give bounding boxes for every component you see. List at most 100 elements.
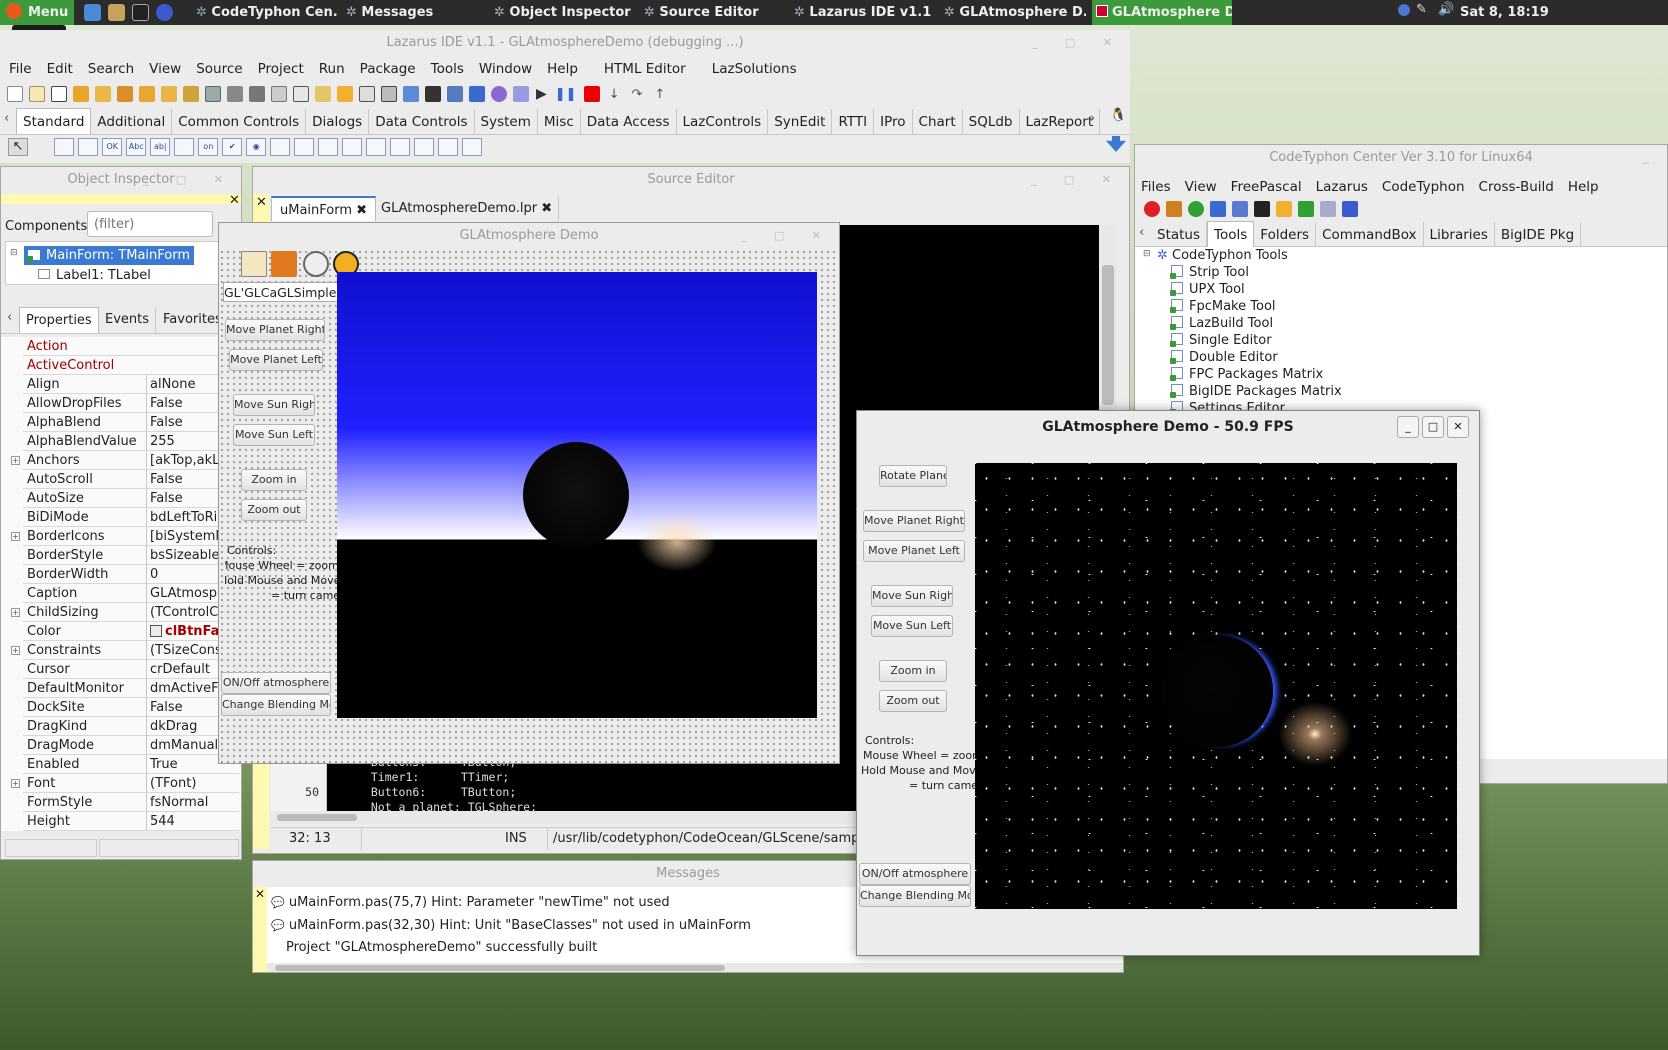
palette-tab-ipro[interactable]: IPro (874, 109, 913, 135)
broom-icon[interactable] (1320, 201, 1336, 217)
close-file-icon[interactable] (271, 86, 287, 102)
property-row[interactable]: Constraints (TSizeConst (23, 641, 239, 660)
property-row[interactable]: Caption GLAtmosph (23, 584, 239, 603)
radiobutton-component-icon[interactable]: ◉ (246, 138, 267, 156)
groupbox-component-icon[interactable] (342, 138, 363, 156)
palette-tab-standard[interactable]: Standard (16, 108, 92, 134)
menu-files[interactable]: Files (1141, 179, 1171, 195)
download-icon[interactable] (1166, 201, 1182, 217)
move-sun-left-button[interactable]: Move Sun Left (871, 615, 953, 637)
property-row[interactable]: BorderIcons [biSystemM (23, 527, 239, 546)
tab-status[interactable]: Status (1151, 222, 1208, 248)
tab-events[interactable]: Events (99, 307, 157, 333)
menu-cross-build[interactable]: Cross-Build (1479, 179, 1554, 195)
timer-icon[interactable] (303, 251, 329, 277)
menu-freepascal[interactable]: FreePascal (1231, 179, 1302, 195)
toggle-form-icon[interactable] (337, 86, 353, 102)
build-icon[interactable] (359, 86, 375, 102)
checkgroup-component-icon[interactable] (390, 138, 411, 156)
package-install-icon[interactable] (183, 86, 199, 102)
label-component-icon[interactable]: Abc (126, 138, 147, 156)
volume-icon[interactable]: 🔊 (1438, 2, 1454, 17)
new-unit-icon[interactable] (29, 86, 45, 102)
zoom-out-button[interactable]: Zoom out (879, 690, 947, 712)
menu-help[interactable]: Help (1568, 179, 1599, 195)
stop-icon[interactable] (1144, 201, 1160, 217)
palette-tab-synedit[interactable]: SynEdit (768, 109, 833, 135)
button-component-icon[interactable]: OK (102, 138, 123, 156)
tree-item[interactable]: Strip Tool (1170, 264, 1249, 281)
stop-icon[interactable] (583, 86, 600, 102)
message-row[interactable]: 💬 uMainForm.pas(75,7) Hint: Parameter "n… (271, 895, 670, 910)
menu-search[interactable]: Search (88, 61, 134, 77)
minimize-icon[interactable]: _ (1397, 416, 1419, 438)
expand-icon[interactable]: + (11, 532, 20, 541)
tree-node-mainform[interactable]: MainForm: TMainForm (24, 246, 195, 265)
pause-icon[interactable]: ❚❚ (555, 87, 577, 102)
palette-tab-data-controls[interactable]: Data Controls (369, 109, 475, 135)
step-out-icon[interactable]: ↑ (654, 87, 665, 102)
chevron-left-icon[interactable]: ‹ (7, 310, 12, 325)
palette-tab-lazreport[interactable]: LazReport (1020, 109, 1101, 135)
tab-glatmospheredemo-lpr[interactable]: GLAtmosphereDemo.lpr ✖ (375, 196, 560, 221)
task-glatmosphere-design[interactable]: ✲ GLAtmosphere D... (944, 0, 1086, 25)
move-planet-right-button[interactable]: Move Planet Right (225, 319, 325, 341)
maximize-icon[interactable]: □ (1422, 416, 1444, 438)
chevron-left-icon[interactable]: ‹ (1139, 224, 1144, 240)
property-row[interactable]: ChildSizing (TControlC (23, 603, 239, 622)
close-tab-icon[interactable]: ✖ (356, 203, 367, 218)
property-row[interactable]: Align alNone (23, 375, 239, 394)
menu-lazarus[interactable]: Lazarus (1316, 179, 1368, 195)
memo-component-icon[interactable] (174, 138, 195, 156)
tree-item[interactable]: BigIDE Packages Matrix (1170, 383, 1342, 400)
close-tab-icon[interactable]: ✖ (541, 201, 552, 216)
open-icon[interactable] (73, 86, 89, 102)
pointer-icon[interactable]: ↖ (8, 138, 28, 156)
property-row[interactable]: AlphaBlendValue 255 (23, 432, 239, 451)
window-controls[interactable]: _ □ ✕ (741, 223, 833, 249)
move-sun-right-button[interactable]: Move Sun Righ (233, 394, 315, 416)
tree-item[interactable]: LazBuild Tool (1170, 315, 1273, 332)
menu-source[interactable]: Source (196, 61, 242, 77)
windows-icon[interactable] (1210, 201, 1226, 217)
tree-item[interactable]: UPX Tool (1170, 281, 1245, 298)
terminal-icon[interactable] (132, 4, 149, 21)
checkbox-component-icon[interactable]: ✔ (222, 138, 243, 156)
property-row[interactable]: AutoSize False (23, 489, 239, 508)
menu-view[interactable]: View (1185, 179, 1217, 195)
togglebox-component-icon[interactable]: on (198, 138, 219, 156)
tree-item[interactable]: Single Editor (1170, 332, 1272, 349)
tree-node-label1[interactable]: Label1: TLabel (38, 266, 151, 285)
tree-collapse-icon[interactable]: ⊟ (1143, 249, 1151, 259)
menu-window[interactable]: Window (479, 61, 532, 77)
expand-icon[interactable]: + (11, 456, 20, 465)
task-lazarus-ide[interactable]: ✲ Lazarus IDE v1.1 ... (794, 0, 936, 25)
folder-icon[interactable] (1276, 201, 1292, 217)
menu-file[interactable]: File (9, 61, 32, 77)
gear-icon[interactable] (513, 86, 529, 102)
move-sun-left-button[interactable]: Move Sun Left (233, 424, 315, 446)
step-into-icon[interactable]: ↓ (609, 87, 620, 102)
copy-icon[interactable] (1232, 201, 1248, 217)
property-row[interactable]: AllowDropFiles False (23, 394, 239, 413)
close-icon[interactable]: ✕ (255, 887, 265, 901)
menu-html-editor[interactable]: HTML Editor (604, 61, 686, 77)
menu-edit[interactable]: Edit (47, 61, 73, 77)
property-row[interactable]: DefaultMonitor dmActiveFo (23, 679, 239, 698)
window-controls[interactable]: _ □ ✕ (1031, 167, 1123, 193)
property-value[interactable]: fsNormal (146, 793, 238, 812)
close-icon[interactable]: ✕ (256, 195, 267, 210)
menu-lazsolutions[interactable]: LazSolutions (712, 61, 797, 77)
move-planet-right-button[interactable]: Move Planet Right (863, 510, 965, 532)
message-row[interactable]: 💬 uMainForm.pas(32,30) Hint: Unit "BaseC… (271, 918, 751, 933)
messages-scrollbar[interactable] (267, 963, 1123, 972)
rotate-plane-button[interactable]: Rotate Plane (879, 465, 947, 487)
tab-libraries[interactable]: Libraries (1424, 222, 1495, 248)
cube-icon[interactable] (241, 251, 267, 277)
codetyphon-icon[interactable] (156, 4, 173, 21)
glscene-viewer-design[interactable] (337, 272, 817, 718)
debug-icon[interactable] (447, 86, 463, 102)
material-icon[interactable] (271, 251, 297, 277)
compile-icon[interactable] (381, 86, 397, 102)
property-row[interactable]: DockSite False (23, 698, 239, 717)
